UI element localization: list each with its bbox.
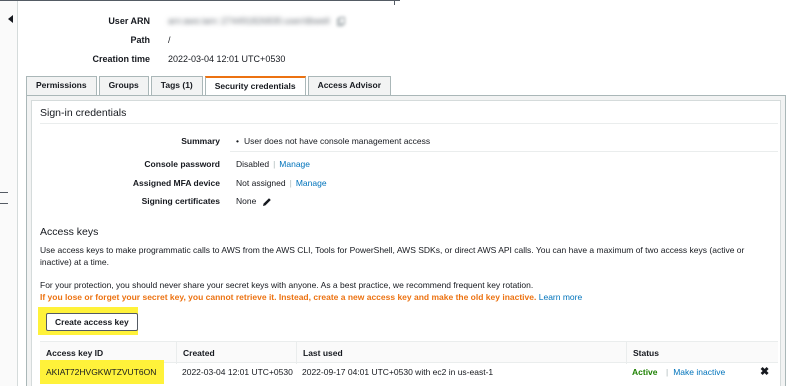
make-inactive-link[interactable]: Make inactive — [673, 367, 725, 377]
summary-value: • User does not have console management a… — [236, 136, 430, 146]
pencil-icon[interactable] — [262, 197, 272, 207]
learn-more-link[interactable]: Learn more — [539, 292, 582, 302]
mfa-value: Not assigned | Manage — [236, 178, 327, 188]
console-password-label: Console password — [144, 159, 220, 169]
key-status: Active — [632, 367, 658, 377]
access-keys-description: Use access keys to make programmatic cal… — [40, 245, 745, 267]
console-password-manage-link[interactable]: Manage — [279, 159, 310, 169]
create-access-key-button[interactable]: Create access key — [46, 313, 138, 331]
protection-note: For your protection, you should never sh… — [40, 280, 534, 290]
path-row: Path / — [0, 33, 793, 47]
rail-divider — [0, 192, 8, 193]
column-header-created: Created — [176, 342, 296, 364]
summary-label: Summary — [181, 136, 220, 146]
mfa-status: Not assigned — [236, 178, 286, 188]
separator: | — [666, 367, 669, 377]
close-icon[interactable]: ✖ — [760, 363, 769, 381]
tab-access-advisor[interactable]: Access Advisor — [307, 76, 392, 95]
user-arn-value: arn:aws:iam::274491826835:user/dbwell — [168, 14, 346, 28]
summary-text: User does not have console management ac… — [243, 136, 431, 146]
copy-icon[interactable] — [337, 17, 346, 27]
mfa-manage-link[interactable]: Manage — [296, 178, 327, 188]
top-border-mark — [394, 0, 395, 5]
rail-divider — [0, 203, 8, 204]
tab-groups[interactable]: Groups — [98, 76, 149, 95]
key-created: 2022-03-04 12:01 UTC+0530 — [182, 367, 293, 377]
tab-bar: Permissions Groups Tags (1) Security cre… — [26, 76, 392, 96]
secret-key-warning: If you lose or forget your secret key, y… — [40, 292, 537, 302]
key-last-used: 2022-09-17 04:01 UTC+0530 with ec2 in us… — [302, 367, 494, 377]
separator: | — [273, 159, 276, 169]
column-header-status: Status — [626, 342, 746, 364]
column-header-last-used: Last used — [296, 342, 626, 364]
signin-credentials-title: Sign-in credentials — [40, 107, 127, 119]
user-arn-text: arn:aws:iam::274491826835:user/dbwell — [168, 16, 330, 26]
signing-certificates-label: Signing certificates — [141, 196, 220, 206]
tab-tags[interactable]: Tags (1) — [150, 76, 203, 95]
console-password-value: Disabled | Manage — [236, 159, 310, 169]
warning-note: If you lose or forget your secret key, y… — [40, 291, 770, 303]
tab-permissions[interactable]: Permissions — [26, 76, 97, 95]
top-border — [0, 0, 400, 1]
separator: | — [289, 178, 292, 188]
mfa-label: Assigned MFA device — [132, 178, 220, 188]
creation-time-value: 2022-03-04 12:01 UTC+0530 — [168, 54, 286, 64]
security-credentials-panel: Sign-in credentials Summary • User does n… — [26, 95, 786, 386]
path-value: / — [168, 35, 171, 45]
access-key-id: AKIAT72HVGKWTZVUT6ON — [46, 367, 157, 377]
tab-security-credentials[interactable]: Security credentials — [204, 76, 306, 96]
bullet-icon: • — [236, 136, 239, 146]
user-arn-label: User ARN — [108, 16, 150, 26]
path-label: Path — [130, 35, 150, 45]
access-keys-title: Access keys — [40, 226, 99, 238]
creation-time-label: Creation time — [92, 54, 150, 64]
user-arn-row: User ARN arn:aws:iam::274491826835:user/… — [0, 14, 793, 28]
signing-certificates-value: None — [236, 196, 272, 207]
panel-content: Sign-in credentials Summary • User does n… — [31, 100, 781, 386]
key-action: | Make inactive — [660, 363, 725, 381]
signing-certificates-status: None — [236, 196, 257, 206]
divider — [230, 151, 778, 152]
table-row: AKIAT72HVGKWTZVUT6ON 2022-03-04 12:01 UT… — [40, 363, 778, 381]
console-password-status: Disabled — [236, 159, 270, 169]
divider — [40, 123, 778, 124]
creation-time-row: Creation time 2022-03-04 12:01 UTC+0530 — [0, 52, 793, 66]
